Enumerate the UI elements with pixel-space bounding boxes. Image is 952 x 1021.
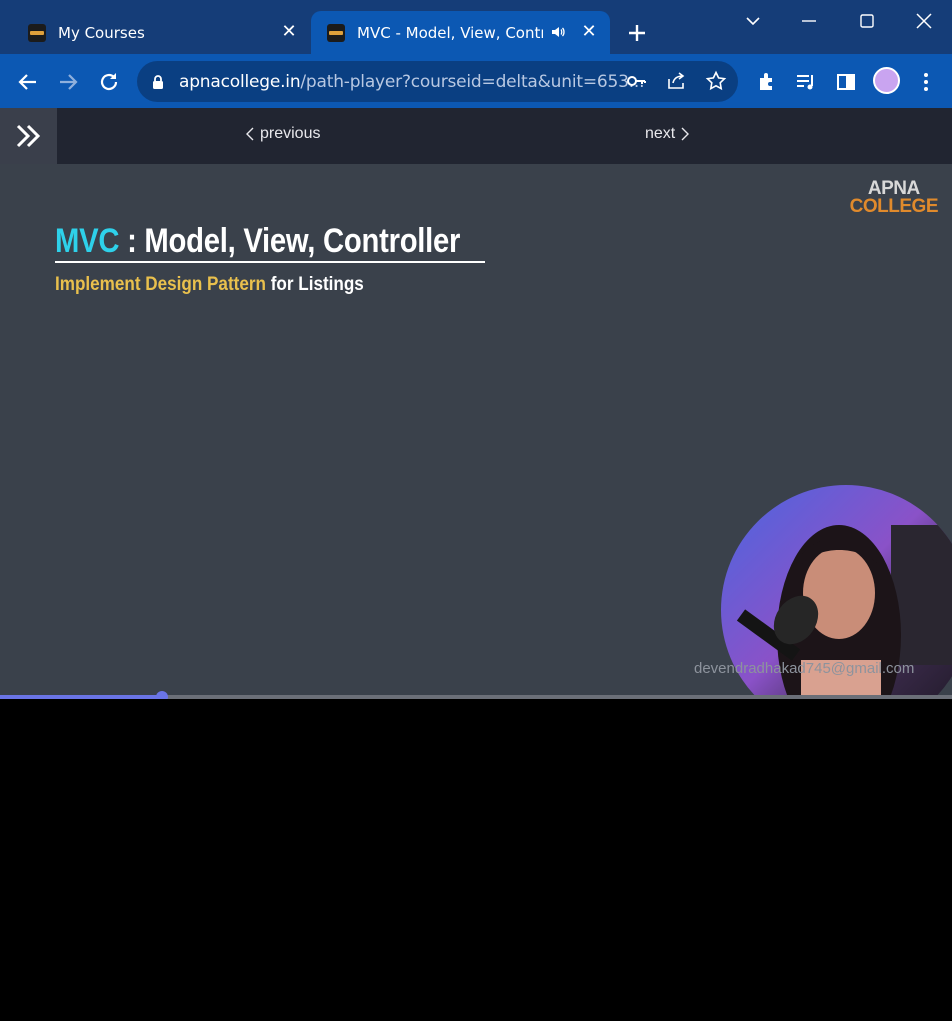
tab-title: My Courses <box>58 23 145 42</box>
browser-toolbar: apnacollege.in/path-player?courseid=delt… <box>0 54 952 108</box>
double-chevron-right-icon <box>16 124 41 148</box>
chevron-right-icon <box>681 127 690 141</box>
slide-title-rest: : Model, View, Controller <box>119 222 461 260</box>
lock-icon[interactable] <box>151 74 165 90</box>
share-icon[interactable] <box>665 70 687 92</box>
close-tab-icon[interactable]: ✕ <box>280 23 298 41</box>
next-label: next <box>645 125 676 142</box>
previous-label: previous <box>260 125 321 142</box>
tab-search-icon[interactable] <box>742 10 764 32</box>
close-tab-icon[interactable]: ✕ <box>580 23 598 41</box>
player-empty-area <box>0 699 952 1021</box>
url-path: /path-player?courseid=delta&unit=653... <box>300 72 645 92</box>
url-text[interactable]: apnacollege.in/path-player?courseid=delt… <box>179 72 645 92</box>
audio-playing-icon[interactable] <box>550 24 566 40</box>
user-watermark: devendradhakad745@gmail.com <box>694 660 915 677</box>
video-player[interactable]: APNA COLLEGE MVC : Model, View, Controll… <box>0 164 952 695</box>
reload-icon[interactable] <box>97 70 121 94</box>
new-tab-icon[interactable] <box>626 22 648 44</box>
slide-title-highlight: MVC <box>55 222 120 260</box>
apna-college-logo: APNA COLLEGE <box>849 179 939 217</box>
url-host: apnacollege.in <box>179 72 301 92</box>
star-icon[interactable] <box>705 70 727 92</box>
back-icon[interactable] <box>16 70 40 94</box>
slide-subtitle-rest: for Listings <box>265 274 364 295</box>
profile-avatar[interactable] <box>873 67 900 94</box>
media-icon[interactable] <box>794 70 818 94</box>
favicon-icon <box>327 23 345 42</box>
address-bar[interactable]: apnacollege.in/path-player?courseid=delt… <box>137 61 738 102</box>
maximize-icon[interactable] <box>856 10 878 32</box>
slide-subtitle: Implement Design Pattern for Listings <box>55 274 364 296</box>
tab-title: MVC - Model, View, Controller <box>357 23 543 42</box>
tab-mvc[interactable]: MVC - Model, View, Controller ✕ <box>311 11 610 54</box>
side-panel-icon[interactable] <box>834 70 858 94</box>
close-window-icon[interactable] <box>913 10 935 32</box>
slide-title: MVC : Model, View, Controller <box>55 222 460 261</box>
title-underline <box>55 261 485 263</box>
toggle-sidebar-button[interactable] <box>0 108 57 164</box>
key-icon[interactable] <box>625 70 647 92</box>
favicon-icon <box>28 23 46 42</box>
extensions-icon[interactable] <box>755 70 779 94</box>
menu-icon[interactable] <box>914 70 938 94</box>
logo-line-2: COLLEGE <box>849 196 939 217</box>
course-nav-bar: previous next <box>0 108 952 164</box>
tab-strip: My Courses ✕ MVC - Model, View, Controll… <box>0 0 952 54</box>
previous-button[interactable]: previous <box>246 125 320 143</box>
chevron-left-icon <box>246 127 254 141</box>
forward-icon[interactable] <box>56 70 80 94</box>
slide-subtitle-highlight: Implement Design Pattern <box>55 274 266 295</box>
next-button[interactable]: next <box>645 125 690 143</box>
tab-my-courses[interactable]: My Courses ✕ <box>18 11 310 54</box>
minimize-icon[interactable] <box>798 10 820 32</box>
